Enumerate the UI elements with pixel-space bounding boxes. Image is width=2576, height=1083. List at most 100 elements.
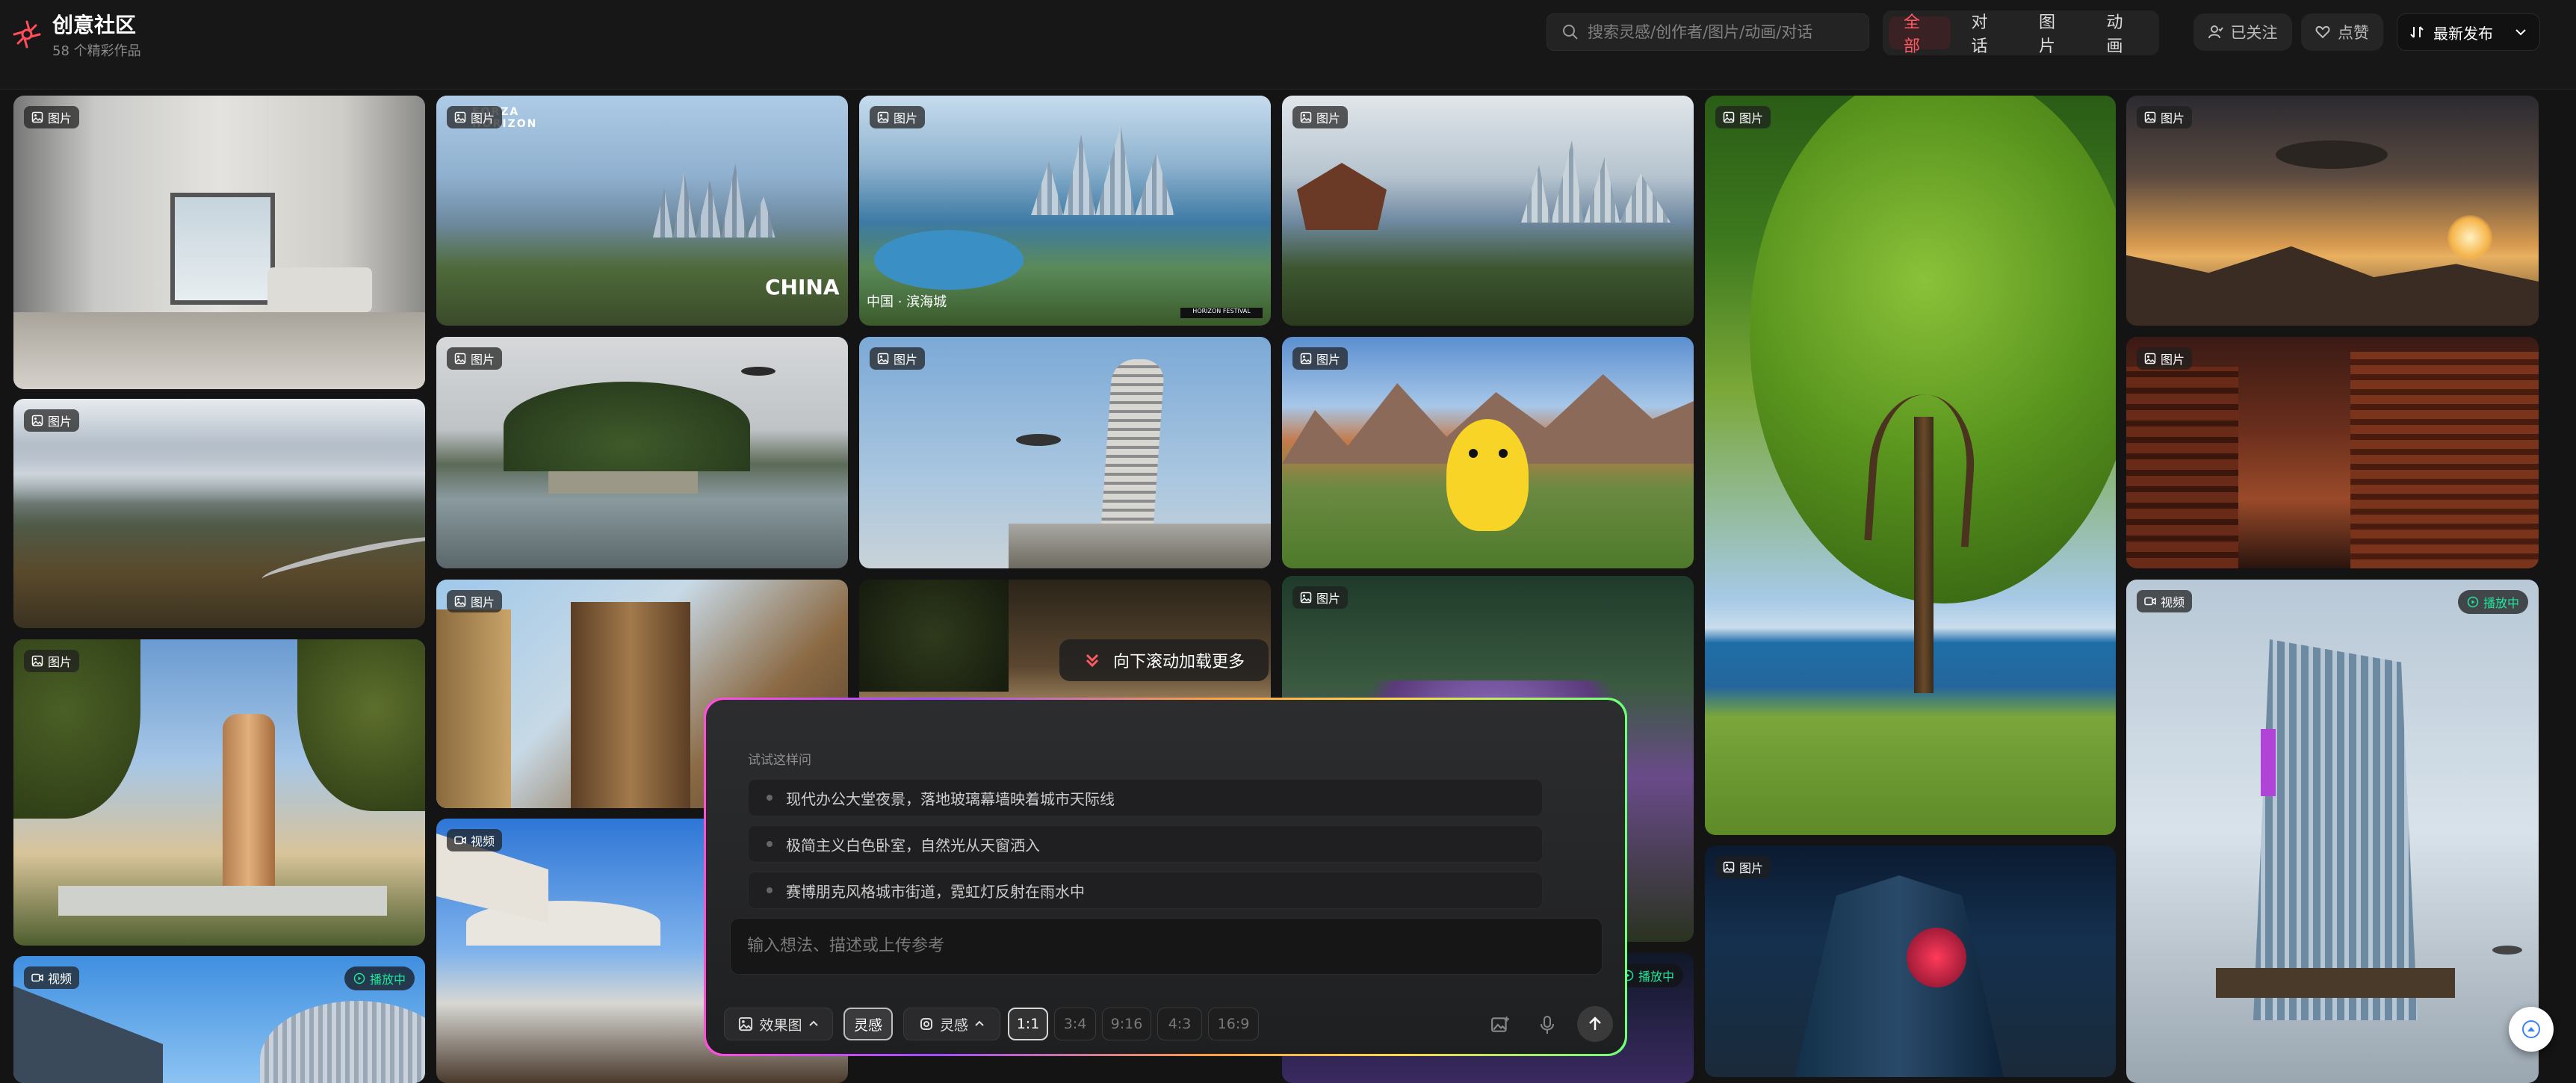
user-check-icon — [2208, 25, 2223, 39]
load-more-label: 向下滚动加载更多 — [1112, 653, 1245, 671]
work-card[interactable]: CHINA FORZA HORIZON 图片 — [436, 96, 848, 326]
following-filter-button[interactable]: 已关注 — [2193, 13, 2292, 51]
suggestion-item[interactable]: 赛博朋克风格城市街道，霓虹灯反射在雨水中 — [748, 872, 1543, 909]
work-card[interactable]: 图片 — [2126, 337, 2539, 568]
back-to-top-button[interactable] — [2509, 1007, 2554, 1052]
image-icon — [2144, 111, 2156, 123]
media-type-badge: 图片 — [447, 347, 503, 370]
media-type-badge: 图片 — [1715, 106, 1771, 128]
image-icon — [1300, 353, 1312, 364]
playing-label: 播放中 — [2483, 596, 2519, 610]
chevron-up-icon — [975, 1020, 984, 1026]
prompt-input-box[interactable] — [730, 918, 1603, 975]
ratio-16-9-button[interactable]: 16:9 — [1208, 1008, 1259, 1040]
work-card[interactable]: 图片 — [13, 639, 425, 946]
ratio-3-4-button[interactable]: 3:4 — [1054, 1008, 1096, 1040]
suggestion-item[interactable]: 极简主义白色卧室，自然光从天窗洒入 — [748, 825, 1543, 863]
work-card[interactable]: 图片 — [1282, 337, 1694, 568]
work-card[interactable]: 图片 — [2126, 96, 2539, 326]
search-input[interactable] — [1588, 23, 1857, 41]
tab-animation[interactable]: 动画 — [2092, 13, 2154, 56]
heart-icon — [2315, 25, 2330, 39]
badge-label: 图片 — [2161, 111, 2185, 125]
microphone-icon[interactable] — [1538, 1015, 1556, 1034]
send-button[interactable] — [1577, 1006, 1613, 1042]
work-card[interactable]: 视频 播放中 — [2126, 580, 2539, 1083]
media-type-badge: 图片 — [2137, 347, 2193, 370]
work-card[interactable]: 视频 播放中 — [13, 956, 425, 1083]
tab-image[interactable]: 图片 — [2024, 13, 2086, 56]
badge-label: 视频 — [48, 972, 72, 986]
mode-select[interactable]: 效果图 — [724, 1008, 833, 1040]
media-type-badge: 视频 — [2137, 590, 2193, 612]
media-type-badge: 视频 — [24, 966, 80, 989]
image-icon — [31, 111, 43, 123]
page-title: 创意社区 — [52, 13, 137, 37]
badge-label: 图片 — [471, 595, 495, 609]
media-type-badge: 图片 — [24, 409, 80, 432]
work-card[interactable]: 图片 — [13, 96, 425, 389]
badge-label: 图片 — [471, 111, 495, 125]
badge-label: 图片 — [1316, 111, 1341, 125]
media-type-badge: 图片 — [870, 106, 926, 128]
mode-label: 效果图 — [759, 1017, 802, 1034]
image-icon — [739, 1017, 753, 1031]
work-card[interactable]: 图片 — [13, 399, 425, 628]
bullet-icon — [767, 795, 773, 801]
prompt-input[interactable] — [747, 932, 1585, 962]
work-card[interactable]: 图片 — [436, 337, 848, 568]
work-card[interactable]: 图片 — [1705, 845, 2116, 1077]
work-card[interactable]: 图片 — [1705, 96, 2116, 835]
badge-label: 图片 — [48, 655, 72, 669]
image-icon — [454, 595, 466, 607]
tab-chat[interactable]: 对话 — [1957, 13, 2019, 56]
image-icon — [2144, 353, 2156, 364]
ratio-9-16-button[interactable]: 9:16 — [1102, 1008, 1151, 1040]
suggestion-text: 现代办公大堂夜景，落地玻璃幕墙映着城市天际线 — [786, 789, 1115, 808]
image-icon — [31, 415, 43, 426]
media-type-badge: 图片 — [1292, 586, 1349, 609]
badge-label: 图片 — [1316, 592, 1341, 606]
composer-panel: 试试这样问 现代办公大堂夜景，落地玻璃幕墙映着城市天际线 极简主义白色卧室，自然… — [706, 700, 1625, 1054]
badge-label: 图片 — [1316, 353, 1341, 367]
badge-label: 图片 — [471, 353, 495, 367]
ratio-1-1-button[interactable]: 1:1 — [1008, 1008, 1048, 1040]
chevron-up-icon — [808, 1020, 818, 1026]
media-type-badge: 图片 — [24, 650, 80, 672]
work-card[interactable]: 图片 — [1282, 96, 1694, 326]
inspire-toggle[interactable]: 灵感 — [843, 1008, 893, 1040]
media-type-badge: 视频 — [447, 829, 503, 851]
sort-icon — [2410, 26, 2424, 38]
work-card[interactable]: 中国 · 滨海城 HORIZON FESTIVAL 图片 — [859, 96, 1271, 326]
image-icon — [1723, 861, 1735, 873]
playing-badge: 播放中 — [344, 966, 415, 990]
playing-label: 播放中 — [369, 972, 406, 987]
media-type-badge: 图片 — [1715, 856, 1771, 878]
media-type-badge: 图片 — [447, 590, 503, 612]
likes-filter-button[interactable]: 点赞 — [2301, 13, 2383, 51]
suggestion-item[interactable]: 现代办公大堂夜景，落地玻璃幕墙映着城市天际线 — [748, 779, 1543, 816]
image-icon — [1723, 111, 1735, 123]
upload-image-icon[interactable] — [1490, 1015, 1510, 1034]
category-tabs: 全部 对话 图片 动画 — [1883, 10, 2159, 56]
badge-label: 视频 — [2161, 595, 2185, 609]
card-caption: 中国 · 滨海城 — [867, 294, 947, 310]
badge-label: 图片 — [894, 111, 918, 125]
tab-all[interactable]: 全部 — [1889, 13, 1951, 56]
ratio-4-3-button[interactable]: 4:3 — [1157, 1008, 1202, 1040]
settings-icon — [920, 1018, 932, 1030]
model-select[interactable]: 灵感 — [903, 1008, 1000, 1040]
triangle-up-icon — [2522, 1020, 2540, 1038]
badge-label: 视频 — [471, 834, 495, 848]
bullet-icon — [767, 841, 773, 847]
suggestion-text: 赛博朋克风格城市街道，霓虹灯反射在雨水中 — [786, 882, 1085, 901]
sort-label: 最新发布 — [2433, 24, 2493, 43]
media-type-badge: 图片 — [1292, 347, 1349, 370]
video-icon — [2144, 597, 2156, 606]
search-box[interactable] — [1546, 13, 1869, 51]
sort-select[interactable]: 最新发布 — [2397, 13, 2540, 51]
load-more-hint: 向下滚动加载更多 — [1059, 639, 1269, 681]
media-type-badge: 图片 — [1292, 106, 1349, 128]
work-card[interactable]: 图片 — [859, 337, 1271, 568]
badge-label: 图片 — [1739, 111, 1764, 125]
